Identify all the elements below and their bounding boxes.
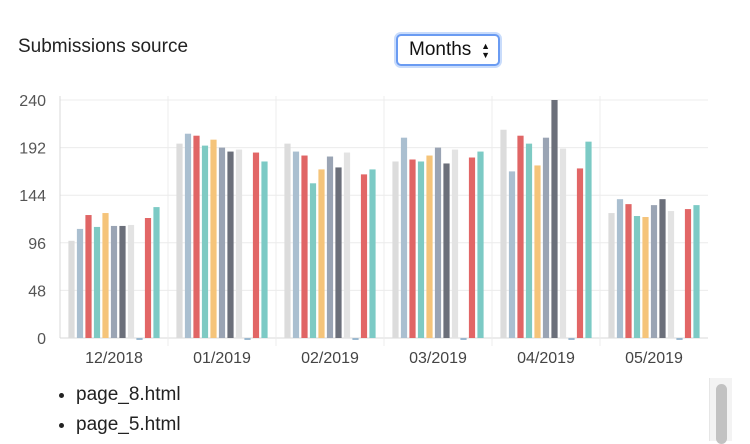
bar[interactable]: [93, 226, 101, 338]
bar[interactable]: [460, 338, 467, 340]
bar[interactable]: [508, 171, 516, 338]
bar[interactable]: [201, 145, 209, 338]
bar[interactable]: [443, 163, 450, 338]
y-tick-label: 96: [28, 236, 46, 253]
bar[interactable]: [659, 199, 666, 338]
bar[interactable]: [119, 225, 126, 338]
bar[interactable]: [252, 152, 260, 338]
bar[interactable]: [301, 155, 308, 338]
bar[interactable]: [409, 159, 416, 339]
x-tick-label: 04/2019: [517, 350, 575, 367]
scrollbar[interactable]: [709, 378, 732, 444]
bar[interactable]: [642, 217, 649, 338]
bar[interactable]: [136, 338, 143, 340]
bar[interactable]: [608, 213, 615, 338]
bar[interactable]: [318, 169, 325, 338]
bar[interactable]: [434, 147, 442, 338]
bar[interactable]: [102, 213, 109, 338]
bar[interactable]: [625, 204, 632, 338]
x-tick-label: 03/2019: [409, 350, 467, 367]
x-tick-label: 05/2019: [625, 350, 683, 367]
bar[interactable]: [235, 149, 243, 338]
bar[interactable]: [127, 224, 135, 338]
bar[interactable]: [326, 156, 334, 338]
y-tick-label: 0: [37, 331, 46, 348]
bar[interactable]: [218, 147, 226, 338]
bar[interactable]: [335, 167, 342, 338]
bar[interactable]: [525, 143, 533, 338]
submissions-chart: 0 48 96 144 192 240 12/2018 01/2019 02/2019 03/20…: [19, 93, 708, 367]
bar[interactable]: [551, 100, 558, 338]
bar[interactable]: [667, 211, 675, 338]
bar[interactable]: [468, 157, 476, 338]
bar[interactable]: [153, 207, 160, 338]
bar[interactable]: [500, 129, 507, 338]
y-tick-label: 192: [19, 141, 46, 158]
bar[interactable]: [284, 143, 291, 338]
bar[interactable]: [210, 139, 217, 338]
bar[interactable]: [534, 165, 541, 338]
bar[interactable]: [76, 228, 84, 338]
x-tick-label: 01/2019: [193, 350, 251, 367]
bar[interactable]: [616, 199, 624, 338]
chevron-up-down-icon: ▲ ▼: [481, 41, 490, 60]
bar[interactable]: [693, 205, 700, 338]
bar[interactable]: [144, 218, 152, 338]
y-tick-label: 144: [19, 188, 46, 205]
bar[interactable]: [352, 338, 359, 340]
bar[interactable]: [193, 135, 200, 338]
y-tick-label: 240: [19, 93, 46, 110]
bar[interactable]: [244, 338, 251, 340]
bar[interactable]: [451, 149, 459, 338]
bar[interactable]: [85, 215, 92, 338]
bar[interactable]: [292, 151, 300, 338]
bar[interactable]: [309, 183, 317, 338]
bar[interactable]: [68, 240, 75, 338]
bar[interactable]: [568, 338, 575, 340]
bar[interactable]: [360, 174, 368, 338]
bar[interactable]: [417, 161, 425, 338]
list-item[interactable]: page_8.html: [76, 380, 181, 410]
period-select[interactable]: Months ▲ ▼: [396, 34, 500, 66]
bar[interactable]: [343, 152, 351, 338]
bar[interactable]: [585, 141, 592, 338]
bar[interactable]: [400, 137, 408, 338]
x-tick-label: 12/2018: [85, 350, 143, 367]
bar[interactable]: [184, 133, 192, 338]
bar[interactable]: [676, 338, 683, 340]
bar[interactable]: [227, 151, 234, 338]
bar[interactable]: [633, 216, 641, 338]
scroll-thumb[interactable]: [716, 384, 727, 444]
bar[interactable]: [392, 161, 399, 338]
bar[interactable]: [477, 151, 484, 338]
page-title: Submissions source: [18, 36, 189, 57]
bar[interactable]: [176, 143, 183, 338]
list-item[interactable]: page_5.html: [76, 410, 181, 440]
bar[interactable]: [369, 169, 376, 338]
x-tick-label: 02/2019: [301, 350, 359, 367]
pages-list: page_8.html page_5.html: [48, 380, 181, 440]
bar[interactable]: [517, 135, 524, 338]
bar[interactable]: [650, 205, 658, 338]
bar[interactable]: [542, 137, 550, 338]
bar[interactable]: [559, 148, 567, 338]
y-tick-label: 48: [28, 283, 46, 300]
bar[interactable]: [426, 155, 433, 338]
bar[interactable]: [576, 168, 584, 338]
bar[interactable]: [684, 209, 692, 338]
bar[interactable]: [261, 161, 268, 338]
period-select-value: Months: [409, 39, 472, 60]
bar[interactable]: [110, 225, 118, 338]
